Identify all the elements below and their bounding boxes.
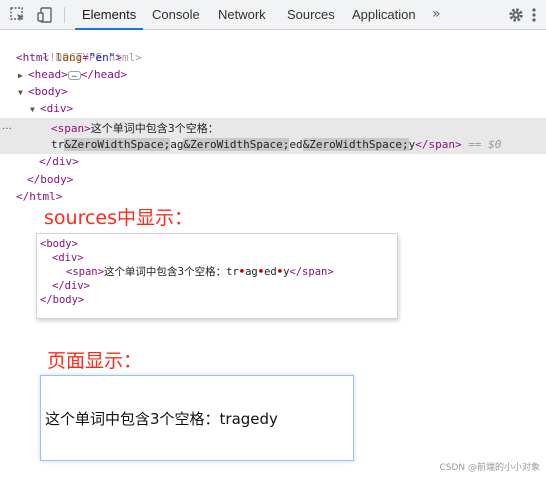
- word-part: ag: [245, 266, 258, 278]
- src-span-open-tag: <span>: [66, 266, 104, 278]
- page-caption: 页面显示：: [47, 350, 143, 372]
- div-close-line[interactable]: </div>: [39, 153, 79, 170]
- more-tabs-button[interactable]: »: [432, 0, 441, 30]
- span-line[interactable]: <span>这个单词中包含3个空格：: [51, 120, 219, 137]
- word-part: tr: [51, 138, 65, 151]
- src-span-text: 这个单词中包含3个空格：: [103, 266, 227, 278]
- head-line[interactable]: ▶ <head>… </head>: [18, 66, 127, 83]
- device-toolbar-icon[interactable]: [36, 6, 54, 24]
- more-options-icon[interactable]: [529, 6, 539, 24]
- div-close-tag: </div>: [39, 155, 79, 168]
- span-content-line[interactable]: tr&ZeroWidthSpace;ag&ZeroWidthSpace;ed&Z…: [51, 136, 501, 153]
- word-part: ed: [289, 138, 303, 151]
- zero-width-space-entity: &ZeroWidthSpace;: [302, 138, 409, 151]
- tab-elements[interactable]: Elements: [75, 0, 144, 30]
- page-render-panel: 这个单词中包含3个空格：tragedy: [40, 375, 354, 461]
- inspect-element-icon[interactable]: [9, 6, 27, 24]
- head-close-tag: </head>: [80, 68, 128, 81]
- lang-attribute-value: "en": [88, 51, 116, 64]
- src-body-open: <body>: [40, 238, 78, 250]
- sources-caption: sources中显示：: [44, 207, 193, 229]
- html-open-line[interactable]: <html lang="en">: [16, 49, 122, 66]
- selected-node-marker: == $0: [468, 138, 502, 151]
- node-actions-dots[interactable]: …: [2, 121, 12, 132]
- sources-view-panel: <body> <div> <span>这个单词中包含3个空格：tr•ag•ed•…: [36, 233, 398, 319]
- settings-gear-icon[interactable]: [507, 6, 525, 24]
- collapsed-ellipsis-icon[interactable]: …: [67, 70, 81, 80]
- span-text: 这个单词中包含3个空格：: [90, 122, 219, 135]
- body-open-tag: <body>: [28, 85, 68, 98]
- tab-console[interactable]: Console: [152, 0, 200, 30]
- tab-application[interactable]: Application: [352, 0, 416, 30]
- word-part: tr: [226, 266, 239, 278]
- src-span-close-tag: </span>: [289, 266, 334, 278]
- src-body-close: </body>: [40, 294, 85, 306]
- span-close-tag: </span>: [415, 138, 462, 151]
- collapse-triangle-icon[interactable]: ▼: [18, 84, 28, 101]
- div-open-tag: <div>: [40, 102, 74, 115]
- html-close-tag: </html>: [16, 190, 63, 203]
- body-open-line[interactable]: ▼ <body>: [18, 83, 68, 100]
- word-part: ag: [170, 138, 184, 151]
- head-open-tag: <head>: [28, 68, 68, 81]
- zero-width-space-entity: &ZeroWidthSpace;: [64, 138, 171, 151]
- span-open-tag: <span>: [51, 122, 91, 135]
- div-open-line[interactable]: ▼ <div>: [30, 100, 73, 117]
- body-close-line[interactable]: </body>: [27, 171, 73, 188]
- src-div-open: <div>: [52, 252, 84, 264]
- src-span-line: <span>这个单词中包含3个空格：tr•ag•ed•y</span>: [66, 265, 334, 279]
- word-part: ed: [264, 266, 277, 278]
- tab-sources[interactable]: Sources: [287, 0, 335, 30]
- lang-attribute-name: lang: [55, 51, 83, 64]
- src-div-close: </div>: [52, 280, 90, 292]
- devtools-toolbar: Elements Console Network Sources Applica…: [0, 0, 546, 30]
- doctype-line[interactable]: <!DOCTYPE html>: [16, 32, 142, 64]
- expand-triangle-icon[interactable]: ▶: [18, 67, 28, 84]
- body-close-tag: </body>: [27, 173, 74, 186]
- toolbar-separator: [64, 7, 65, 23]
- html-open-tag: <html: [16, 51, 50, 64]
- collapse-triangle-icon[interactable]: ▼: [30, 101, 40, 118]
- rendered-page-text: 这个单词中包含3个空格：tragedy: [45, 410, 278, 428]
- zero-width-space-entity: &ZeroWidthSpace;: [183, 138, 290, 151]
- tab-network[interactable]: Network: [218, 0, 266, 30]
- watermark: CSDN @前端的小小对象: [439, 463, 540, 473]
